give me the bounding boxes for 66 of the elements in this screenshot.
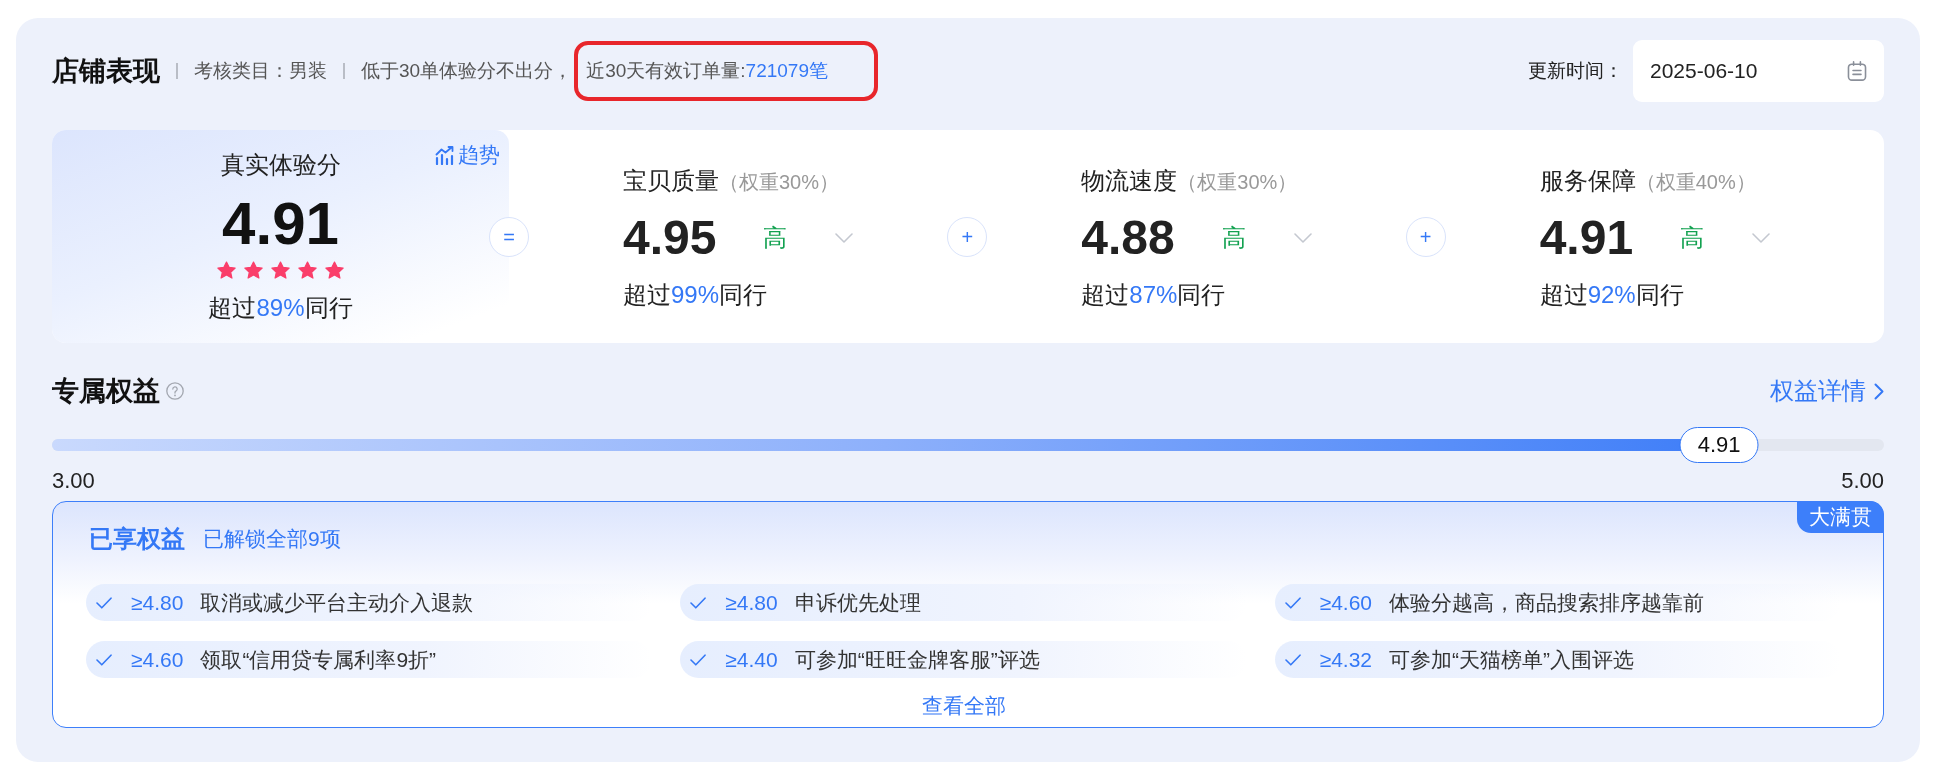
metric-name: 服务保障 xyxy=(1539,166,1636,196)
percentile-text: 超过87%同行 xyxy=(1081,281,1227,309)
metric-name: 物流速度 xyxy=(1081,166,1178,196)
star-icon xyxy=(217,261,236,279)
benefit-text: 领取“信用贷专属利率9折” xyxy=(200,646,437,673)
note-text: 低于30单体验分不出分， xyxy=(361,59,573,83)
check-icon xyxy=(690,653,707,666)
date-field[interactable]: 2025-06-10 xyxy=(1633,40,1884,102)
metric-name: 宝贝质量 xyxy=(623,166,719,196)
star-icon xyxy=(271,261,290,279)
benefit-details-link[interactable]: 权益详情 xyxy=(1770,376,1884,406)
metric-weight: （权重40%） xyxy=(1635,170,1756,195)
tier-badge: 大满贯 xyxy=(1797,501,1884,533)
calendar-icon xyxy=(1847,61,1867,81)
chevron-down-icon[interactable] xyxy=(1293,233,1312,243)
check-icon xyxy=(690,596,707,609)
page-title: 店铺表现 xyxy=(52,55,160,88)
percentile-text: 超过89%同行 xyxy=(208,294,353,322)
check-icon xyxy=(96,653,112,666)
star-icon xyxy=(298,261,317,279)
threshold-text: ≥4.60 xyxy=(131,646,184,673)
metric-weight: （权重30%） xyxy=(719,170,840,195)
threshold-text: ≥4.80 xyxy=(725,589,778,616)
help-icon[interactable] xyxy=(166,382,184,400)
panel-title: 已享权益 xyxy=(89,524,185,554)
update-time-label: 更新时间： xyxy=(1528,58,1623,83)
chevron-down-icon[interactable] xyxy=(1752,233,1771,243)
overall-score-title: 真实体验分 xyxy=(220,150,341,180)
threshold-text: ≥4.80 xyxy=(131,589,184,616)
metric-score: 4.91 xyxy=(1539,214,1634,262)
grade-text: 高 xyxy=(763,223,788,253)
metric-score: 4.88 xyxy=(1081,214,1175,262)
benefit-text: 可参加“旺旺金牌客服”评选 xyxy=(794,646,1040,673)
section-title: 专属权益 xyxy=(52,376,160,406)
chevron-right-icon xyxy=(1874,382,1884,400)
percentile-text: 超过92%同行 xyxy=(1539,281,1685,309)
grade-text: 高 xyxy=(1221,223,1246,253)
benefit-text: 申诉优先处理 xyxy=(794,589,921,616)
operator-sign: + xyxy=(1405,216,1446,257)
threshold-text: ≥4.32 xyxy=(1319,646,1373,673)
check-icon xyxy=(1284,653,1301,666)
check-icon xyxy=(96,596,112,609)
benefit-text: 体验分越高，商品搜索排序越靠前 xyxy=(1389,589,1705,616)
star-icon xyxy=(244,261,263,279)
percentile-text: 超过99%同行 xyxy=(623,281,769,309)
threshold-text: ≥4.40 xyxy=(725,646,778,673)
star-icon xyxy=(325,261,344,279)
order-count-text: 近30天有效订单量:721079笔 xyxy=(586,59,828,83)
grade-text: 高 xyxy=(1680,223,1705,253)
score-marker: 4.91 xyxy=(1679,427,1759,463)
scale-max-label: 5.00 xyxy=(1841,470,1884,492)
check-icon xyxy=(1284,596,1301,609)
category-text: 考核类目：男装 xyxy=(194,59,327,83)
chevron-down-icon[interactable] xyxy=(835,233,854,243)
operator-sign: + xyxy=(947,216,988,257)
unlock-summary: 已解锁全部9项 xyxy=(203,526,341,553)
threshold-text: ≥4.60 xyxy=(1319,589,1373,616)
metric-weight: （权重30%） xyxy=(1177,170,1298,195)
scale-min-label: 3.00 xyxy=(52,470,95,492)
view-all-link[interactable]: 查看全部 xyxy=(921,694,1006,718)
chart-icon xyxy=(435,145,455,165)
benefit-text: 取消或减少平台主动介入退款 xyxy=(200,589,474,616)
overall-score-value: 4.91 xyxy=(222,194,339,254)
trend-link[interactable]: 趋势 xyxy=(435,142,500,168)
benefit-text: 可参加“天猫榜单”入围评选 xyxy=(1389,646,1635,673)
metric-score: 4.95 xyxy=(623,214,717,262)
